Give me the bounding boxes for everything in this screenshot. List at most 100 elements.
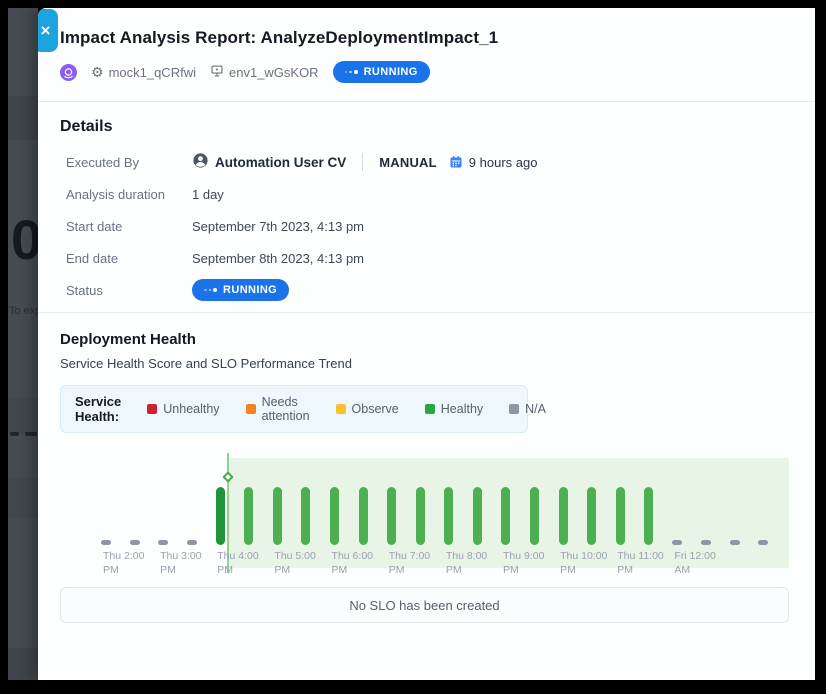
environment-icon bbox=[210, 64, 224, 81]
no-data-dash bbox=[758, 540, 768, 545]
page-backdrop: 0 To exp bbox=[8, 8, 38, 680]
backdrop-number-fragment: 0 bbox=[11, 212, 38, 268]
health-bar bbox=[387, 487, 396, 545]
health-bar bbox=[616, 487, 625, 545]
details-rows: Executed By Automation User CV MANUAL 9 … bbox=[60, 146, 789, 306]
service-meta: ⚙ mock1_qCRfwi bbox=[91, 65, 196, 80]
status-value: RUNNING bbox=[192, 279, 289, 301]
legend-item: Unhealthy bbox=[147, 402, 219, 416]
legend-swatch bbox=[509, 404, 519, 414]
close-button[interactable]: × bbox=[38, 9, 58, 52]
end-date-row: End date September 8th 2023, 4:13 pm bbox=[60, 242, 789, 274]
health-bar bbox=[301, 487, 310, 545]
backdrop-band bbox=[8, 398, 38, 434]
no-data-dash bbox=[101, 540, 111, 545]
page-title: Impact Analysis Report: AnalyzeDeploymen… bbox=[60, 28, 789, 48]
x-axis-tick-label: Thu 4:00 PM bbox=[217, 550, 258, 577]
health-bar bbox=[330, 487, 339, 545]
x-axis-tick-label: Thu 10:00 PM bbox=[560, 550, 607, 577]
no-data-dash bbox=[672, 540, 682, 545]
legend-swatch bbox=[147, 404, 157, 414]
drawer-header: Impact Analysis Report: AnalyzeDeploymen… bbox=[38, 8, 815, 83]
deployment-health-subtitle: Service Health Score and SLO Performance… bbox=[60, 356, 789, 371]
deployment-health-heading: Deployment Health bbox=[60, 331, 789, 348]
details-section: Details Executed By Automation User CV M… bbox=[38, 102, 815, 306]
status-badge-label: RUNNING bbox=[223, 284, 277, 296]
gear-icon: ⚙ bbox=[91, 65, 104, 79]
start-date-value: September 7th 2023, 4:13 pm bbox=[192, 219, 364, 234]
legend-swatch bbox=[336, 404, 346, 414]
x-axis-tick-label: Thu 8:00 PM bbox=[446, 550, 487, 577]
service-health-legend: Service Health: Unhealthy Needs attention… bbox=[60, 385, 528, 433]
health-bar bbox=[273, 487, 282, 545]
legend-item: Needs attention bbox=[246, 395, 310, 423]
health-bar bbox=[587, 487, 596, 545]
duration-label: Analysis duration bbox=[66, 187, 192, 202]
impact-analysis-drawer: × Impact Analysis Report: AnalyzeDeploym… bbox=[38, 8, 815, 680]
end-date-label: End date bbox=[66, 251, 192, 266]
environment-meta: env1_wGsKOR bbox=[210, 64, 319, 81]
running-dots-icon bbox=[345, 70, 358, 74]
x-axis-tick-label: Fri 12:00 AM bbox=[674, 550, 715, 577]
x-axis-tick-label: Thu 5:00 PM bbox=[274, 550, 315, 577]
health-bar bbox=[644, 487, 653, 545]
legend-item: Observe bbox=[336, 402, 399, 416]
legend-label: Needs attention bbox=[262, 395, 310, 423]
x-axis-tick-label: Thu 11:00 PM bbox=[617, 550, 664, 577]
health-bar bbox=[244, 487, 253, 545]
status-badge-label: RUNNING bbox=[364, 66, 418, 78]
x-axis-tick-label: Thu 6:00 PM bbox=[332, 550, 373, 577]
no-data-dash bbox=[130, 540, 140, 545]
legend-label: N/A bbox=[525, 402, 546, 416]
executed-by-row: Executed By Automation User CV MANUAL 9 … bbox=[60, 146, 789, 178]
backdrop-text-fragment: To exp bbox=[9, 305, 38, 317]
value-separator bbox=[362, 153, 363, 171]
x-axis-tick-label: Thu 7:00 PM bbox=[389, 550, 430, 577]
user-avatar-icon bbox=[192, 152, 209, 172]
health-bar bbox=[530, 487, 539, 545]
status-label: Status bbox=[66, 283, 192, 298]
executed-time: 9 hours ago bbox=[469, 155, 538, 170]
running-dots-icon bbox=[204, 288, 217, 292]
legend-item: Healthy bbox=[425, 402, 483, 416]
duration-row: Analysis duration 1 day bbox=[60, 178, 789, 210]
deployment-health-section: Deployment Health Service Health Score a… bbox=[38, 313, 815, 623]
health-bar bbox=[359, 487, 368, 545]
slo-empty-box: No SLO has been created bbox=[60, 587, 789, 623]
trigger-type: MANUAL bbox=[379, 155, 437, 170]
environment-name: env1_wGsKOR bbox=[229, 65, 319, 80]
health-bar bbox=[416, 487, 425, 545]
slo-empty-message: No SLO has been created bbox=[349, 598, 499, 613]
health-bar bbox=[559, 487, 568, 545]
legend-items: Unhealthy Needs attention Observe Healthy N/… bbox=[147, 395, 546, 423]
legend-item: N/A bbox=[509, 402, 546, 416]
health-bar bbox=[444, 487, 453, 545]
x-axis-tick-label: Thu 9:00 PM bbox=[503, 550, 544, 577]
health-chart: Thu 2:00 PMThu 3:00 PMThu 4:00 PMThu 5:0… bbox=[60, 445, 789, 579]
executed-by-label: Executed By bbox=[66, 155, 192, 170]
legend-swatch bbox=[425, 404, 435, 414]
backdrop-band bbox=[8, 478, 38, 518]
calendar-icon bbox=[449, 155, 463, 169]
no-data-dash bbox=[187, 540, 197, 545]
legend-title: Service Health: bbox=[75, 394, 121, 424]
impact-analysis-icon bbox=[60, 64, 77, 81]
no-data-dash bbox=[730, 540, 740, 545]
backdrop-band bbox=[8, 96, 38, 140]
start-date-label: Start date bbox=[66, 219, 192, 234]
status-badge: RUNNING bbox=[333, 61, 430, 83]
close-icon: × bbox=[41, 21, 51, 41]
service-name: mock1_qCRfwi bbox=[109, 65, 196, 80]
no-data-dash bbox=[701, 540, 711, 545]
screenshot-frame: 0 To exp × Impact Analysis Report: Analy… bbox=[0, 0, 826, 694]
status-row: Status RUNNING bbox=[60, 274, 789, 306]
duration-value: 1 day bbox=[192, 187, 224, 202]
no-data-dash bbox=[158, 540, 168, 545]
start-date-row: Start date September 7th 2023, 4:13 pm bbox=[60, 210, 789, 242]
health-bar bbox=[473, 487, 482, 545]
details-heading: Details bbox=[60, 118, 789, 136]
x-axis-tick-label: Thu 2:00 PM bbox=[103, 550, 144, 577]
legend-label: Healthy bbox=[441, 402, 483, 416]
status-badge: RUNNING bbox=[192, 279, 289, 301]
legend-label: Unhealthy bbox=[163, 402, 219, 416]
